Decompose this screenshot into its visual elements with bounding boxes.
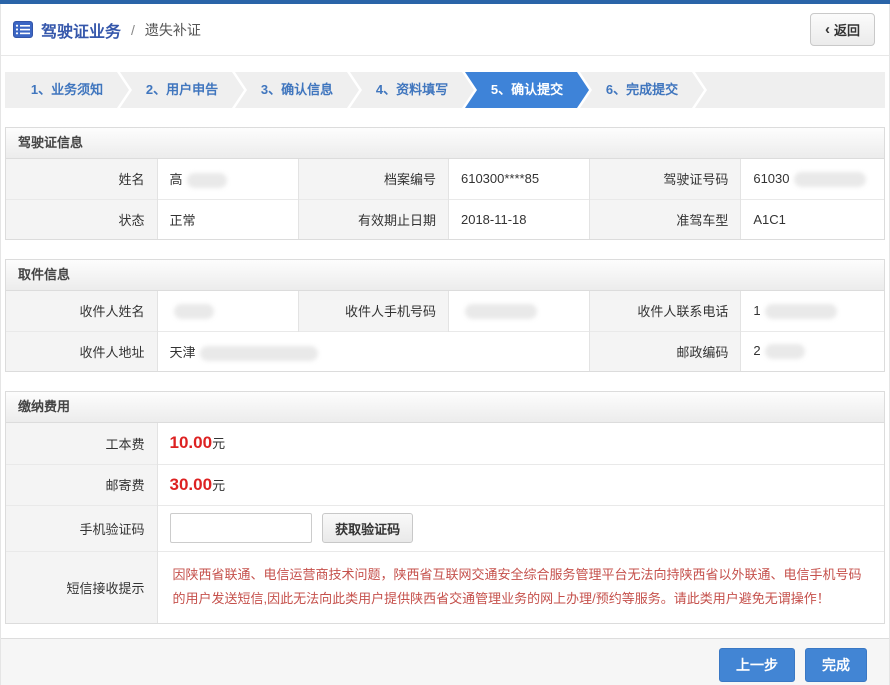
redacted-blur: [200, 346, 318, 361]
step-6-complete-submit[interactable]: 6、完成提交: [580, 72, 704, 108]
sms-code-input[interactable]: [170, 513, 312, 543]
field-label-vehicle-class: 准驾车型: [590, 199, 741, 239]
table-row: 手机验证码 获取验证码: [6, 505, 884, 551]
field-value-postal-code: 2: [741, 331, 884, 371]
redacted-blur: [465, 304, 537, 319]
chevron-left-icon: ‹: [825, 25, 830, 35]
finish-button[interactable]: 完成: [805, 648, 867, 682]
redacted-blur: [765, 344, 805, 359]
field-value-name: 高: [157, 159, 298, 199]
field-label-mailing-fee: 邮寄费: [6, 464, 157, 505]
field-label-recipient-mobile: 收件人手机号码: [298, 291, 448, 331]
field-label-status: 状态: [6, 199, 157, 239]
back-button-label: 返回: [834, 20, 860, 39]
step-3-confirm-info[interactable]: 3、确认信息: [235, 72, 359, 108]
field-value-recipient-phone: 1: [741, 291, 884, 331]
field-value-vehicle-class: A1C1: [741, 199, 884, 239]
field-value-recipient-mobile: [448, 291, 589, 331]
redacted-blur: [794, 172, 866, 187]
step-4-fill-data[interactable]: 4、资料填写: [350, 72, 474, 108]
field-label-file-number: 档案编号: [298, 159, 448, 199]
table-row: 状态 正常 有效期止日期 2018-11-18 准驾车型 A1C1: [6, 199, 884, 239]
field-value-recipient-name: [157, 291, 298, 331]
table-row: 邮寄费 30.00元: [6, 464, 884, 505]
table-row: 短信接收提示 因陕西省联通、电信运营商技术问题，陕西省互联网交通安全综合服务管理…: [6, 551, 884, 623]
list-icon: [13, 21, 33, 38]
table-row: 工本费 10.00元: [6, 423, 884, 464]
footer-action-bar: 上一步 完成: [1, 638, 889, 685]
step-1-business-notes[interactable]: 1、业务须知: [5, 72, 129, 108]
sms-notice-text: 因陕西省联通、电信运营商技术问题，陕西省互联网交通安全综合服务管理平台无法向持陕…: [157, 551, 884, 623]
page-title: 驾驶证业务: [41, 18, 121, 42]
step-bar-filler: [695, 72, 885, 108]
field-value-file-number: 610300****85: [448, 159, 589, 199]
step-2-user-declaration[interactable]: 2、用户申告: [120, 72, 244, 108]
fee-amount: 10.00: [170, 433, 213, 452]
section-title-pickup: 取件信息: [6, 260, 884, 291]
field-label-postal-code: 邮政编码: [590, 331, 741, 371]
table-row: 收件人地址 天津 邮政编码 2: [6, 331, 884, 371]
field-label-recipient-name: 收件人姓名: [6, 291, 157, 331]
fee-unit: 元: [212, 478, 225, 493]
field-value-production-fee: 10.00元: [157, 423, 884, 464]
page-container: 驾驶证业务 / 遗失补证 ‹ 返回 1、业务须知 2、用户申告 3、确认信息 4…: [0, 4, 890, 685]
fee-unit: 元: [212, 436, 225, 451]
field-value-mailing-fee: 30.00元: [157, 464, 884, 505]
field-label-sms-notice: 短信接收提示: [6, 551, 157, 623]
field-label-production-fee: 工本费: [6, 423, 157, 464]
page-header: 驾驶证业务 / 遗失补证 ‹ 返回: [1, 4, 889, 56]
field-value-recipient-address: 天津: [157, 331, 590, 371]
fees-table: 工本费 10.00元 邮寄费 30.00元 手机验证码 获取验证码 短信接收提示…: [6, 423, 884, 623]
section-pickup-info: 取件信息 收件人姓名 收件人手机号码 收件人联系电话 1 收件人地址 天津 邮政…: [5, 259, 885, 372]
redacted-blur: [765, 304, 837, 319]
field-label-license-number: 驾驶证号码: [590, 159, 741, 199]
page-subtitle: 遗失补证: [145, 20, 201, 40]
license-info-table: 姓名 高 档案编号 610300****85 驾驶证号码 61030 状态 正常…: [6, 159, 884, 239]
section-title-license: 驾驶证信息: [6, 128, 884, 159]
field-label-sms-code: 手机验证码: [6, 505, 157, 551]
section-title-fees: 缴纳费用: [6, 392, 884, 423]
fee-amount: 30.00: [170, 475, 213, 494]
field-value-expiry-date: 2018-11-18: [448, 199, 589, 239]
field-label-expiry-date: 有效期止日期: [298, 199, 448, 239]
breadcrumb: 驾驶证业务 / 遗失补证: [13, 18, 201, 42]
get-code-button[interactable]: 获取验证码: [322, 513, 413, 543]
section-license-info: 驾驶证信息 姓名 高 档案编号 610300****85 驾驶证号码 61030…: [5, 127, 885, 240]
field-label-recipient-phone: 收件人联系电话: [590, 291, 741, 331]
back-button[interactable]: ‹ 返回: [810, 13, 875, 46]
table-row: 姓名 高 档案编号 610300****85 驾驶证号码 61030: [6, 159, 884, 199]
pickup-info-table: 收件人姓名 收件人手机号码 收件人联系电话 1 收件人地址 天津 邮政编码 2: [6, 291, 884, 371]
section-fees: 缴纳费用 工本费 10.00元 邮寄费 30.00元 手机验证码 获取验证码 短…: [5, 391, 885, 624]
field-value-sms-code: 获取验证码: [157, 505, 884, 551]
field-label-name: 姓名: [6, 159, 157, 199]
redacted-blur: [187, 173, 227, 188]
step-progress-bar: 1、业务须知 2、用户申告 3、确认信息 4、资料填写 5、确认提交 6、完成提…: [5, 72, 885, 108]
field-label-recipient-address: 收件人地址: [6, 331, 157, 371]
breadcrumb-separator: /: [131, 22, 135, 38]
field-value-status: 正常: [157, 199, 298, 239]
table-row: 收件人姓名 收件人手机号码 收件人联系电话 1: [6, 291, 884, 331]
step-5-confirm-submit[interactable]: 5、确认提交: [465, 72, 589, 108]
previous-step-button[interactable]: 上一步: [719, 648, 795, 682]
field-value-license-number: 61030: [741, 159, 884, 199]
redacted-blur: [174, 304, 214, 319]
